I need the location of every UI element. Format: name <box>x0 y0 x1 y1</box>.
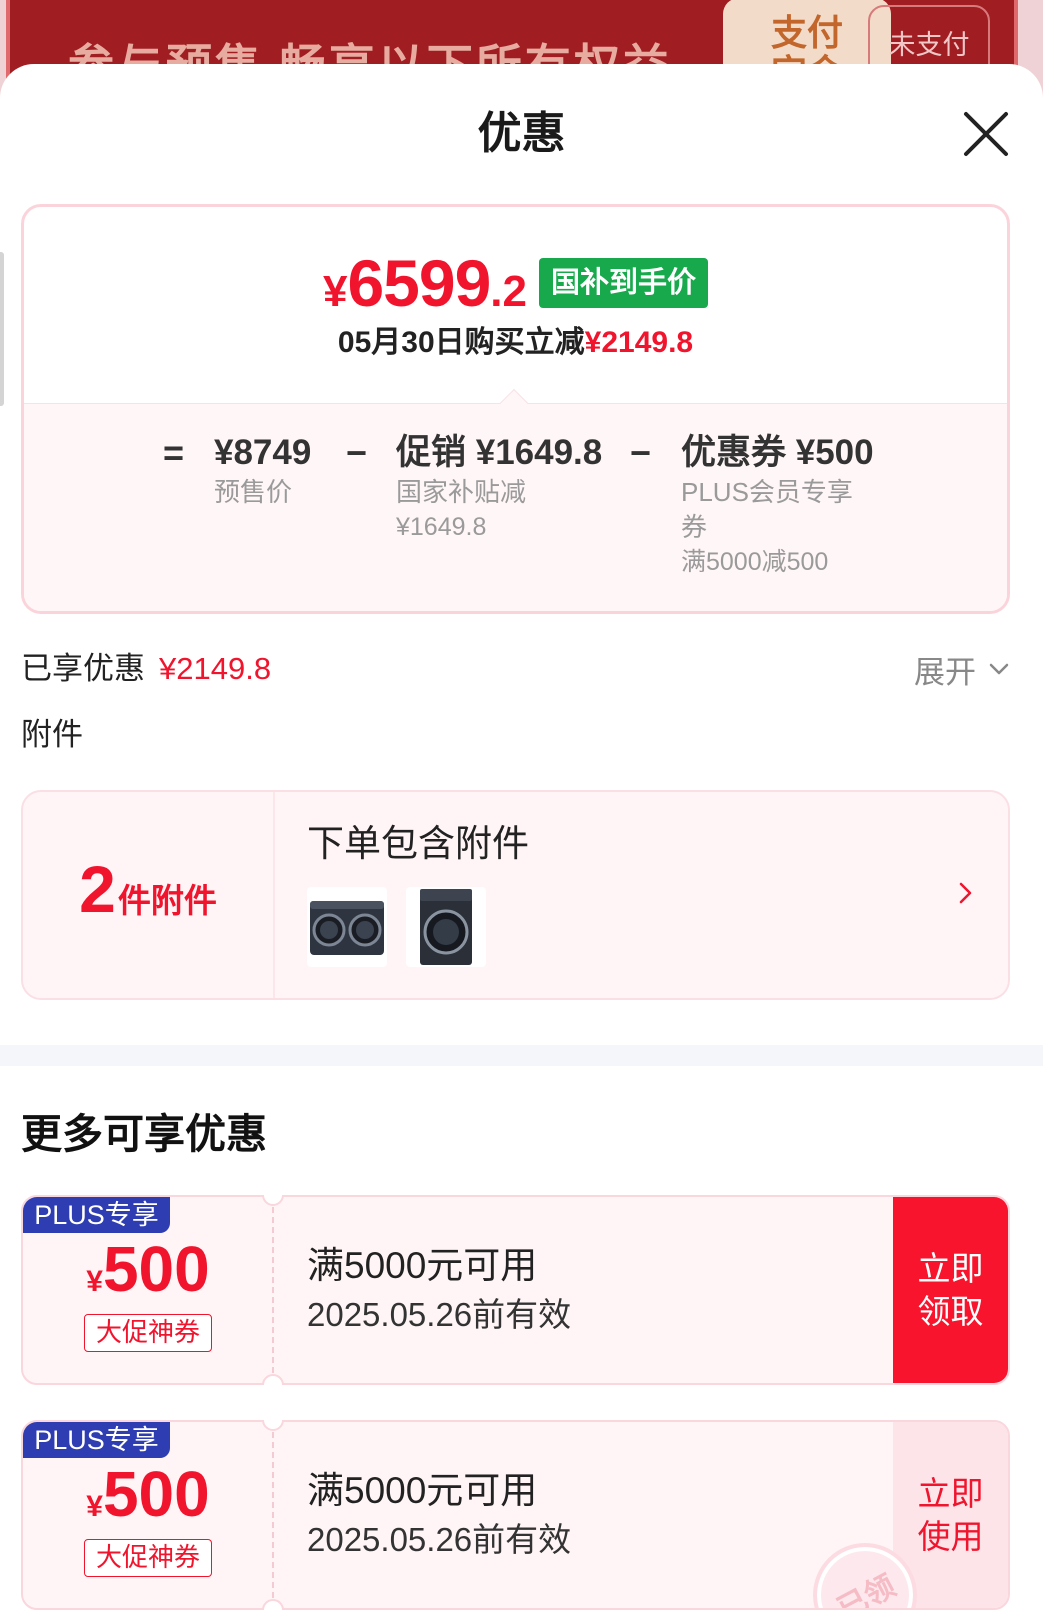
expand-button[interactable]: 展开 <box>914 649 1010 690</box>
coupon-notch <box>262 1420 284 1432</box>
price-decimal: .2 <box>490 267 527 316</box>
coupon-type-badge: 大促神券 <box>84 1314 212 1352</box>
claimed-stamp-text: 已领 <box>832 1569 901 1610</box>
attachment-thumbnail <box>307 887 387 967</box>
action-label-line: 领取 <box>917 1293 984 1330</box>
attachment-thumbnail <box>406 887 486 967</box>
breakdown-coupon: 优惠券 ¥500 PLUS会员专享券 满5000减500 <box>681 431 874 580</box>
attachments-heading: 下单包含附件 <box>307 823 529 864</box>
price-breakdown: = ¥8749 预售价 − 促销 ¥1649.8 国家补贴减 ¥1649.8 −… <box>24 388 1007 611</box>
coupon-currency: ¥ <box>86 1265 103 1298</box>
coupon-discount-value: 优惠券 ¥500 <box>681 433 874 472</box>
coupon-type-badge: 大促神券 <box>84 1539 212 1577</box>
side-edge-indicator <box>0 252 4 406</box>
breakdown-promotion: 促销 ¥1649.8 国家补贴减 ¥1649.8 <box>396 431 602 545</box>
breakdown-presale: ¥8749 预售价 <box>214 431 311 510</box>
summary-prefix: 05月30日购买立减 <box>337 326 585 359</box>
price-currency: ¥ <box>322 267 348 316</box>
coupon-body: PLUS专享 ¥ 500 大促神券 满5000元可用 2025.05.26前有效… <box>21 1420 1010 1610</box>
coupon-currency: ¥ <box>86 1490 103 1523</box>
sheet-title: 优惠 <box>477 109 566 158</box>
coupon-value: 500 <box>102 1233 210 1305</box>
final-price: ¥ 6599 .2 国补到手价 <box>24 247 1007 319</box>
discount-sheet: 优惠 ¥ 6599 .2 国补到手价 05月30日购买立减¥2149.8 = ¥… <box>0 64 1043 1613</box>
coupon-notch-dot <box>262 1195 284 1206</box>
coupon-notch-dot <box>262 1374 284 1385</box>
minus-sign: − <box>630 432 652 473</box>
presale-price-label: 预售价 <box>214 477 293 507</box>
savings-summary: 已享优惠 ¥2149.8 <box>21 649 271 689</box>
coupon-condition: 满5000元可用 <box>307 1245 538 1286</box>
summary-amount: ¥2149.8 <box>584 326 694 359</box>
attachment-count-number: 2 <box>79 852 116 926</box>
claim-coupon-button[interactable]: 立即 领取 <box>893 1197 1008 1383</box>
minus-sign: − <box>346 432 368 473</box>
coupon-card: PLUS专享 ¥ 500 大促神券 满5000元可用 2025.05.26前有效… <box>21 1195 1010 1385</box>
price-summary: 05月30日购买立减¥2149.8 <box>24 323 1007 363</box>
price-integer: 6599 <box>347 246 491 320</box>
coupon-notch <box>262 1598 284 1610</box>
promotion-label: 国家补贴减 <box>396 477 527 507</box>
coupon-amount: ¥ 500 <box>23 1458 273 1530</box>
attachment-divider <box>273 792 275 998</box>
plus-exclusive-tag: PLUS专享 <box>23 1197 170 1233</box>
coupon-notch <box>262 1195 284 1207</box>
more-offers-title: 更多可享优惠 <box>21 1111 267 1157</box>
coupon-amount: ¥ 500 <box>23 1233 273 1305</box>
coupon-discount-label: PLUS会员专享券 <box>681 477 853 542</box>
attachment-count-unit: 件附件 <box>117 882 217 919</box>
expand-label: 展开 <box>914 654 976 690</box>
chevron-down-icon <box>989 663 1009 675</box>
coupon-notch-dot <box>262 1599 284 1610</box>
savings-label: 已享优惠 <box>21 651 145 686</box>
attachment-count-line: 2 件附件 <box>79 854 217 936</box>
coupon-value: 500 <box>102 1458 210 1530</box>
attachments-section-title: 附件 <box>21 717 83 752</box>
promotion-detail: ¥1649.8 <box>396 513 487 541</box>
subsidy-price-badge: 国补到手价 <box>539 258 709 308</box>
promotion-value: 促销 ¥1649.8 <box>396 433 603 472</box>
coupon-discount-detail: 满5000减500 <box>681 548 829 576</box>
coupon-dashed-divider <box>272 1197 274 1383</box>
coupon-body: PLUS专享 ¥ 500 大促神券 满5000元可用 2025.05.26前有效… <box>21 1195 1010 1385</box>
plus-exclusive-tag: PLUS专享 <box>23 1422 170 1458</box>
attachments-card[interactable]: 2 件附件 下单包含附件 <box>21 790 1010 1000</box>
coupon-card: PLUS专享 ¥ 500 大促神券 满5000元可用 2025.05.26前有效… <box>21 1420 1010 1610</box>
coupon-condition: 满5000元可用 <box>307 1470 538 1511</box>
coupon-notch <box>262 1373 284 1385</box>
equals-sign: = <box>163 432 185 473</box>
action-label-line: 使用 <box>917 1518 984 1555</box>
coupon-validity: 2025.05.26前有效 <box>307 1296 572 1333</box>
twin-drum-washer-image <box>310 901 384 955</box>
coupon-notch-dot <box>262 1420 284 1431</box>
coupon-dashed-divider <box>272 1422 274 1608</box>
final-price-card: ¥ 6599 .2 国补到手价 05月30日购买立减¥2149.8 = ¥874… <box>21 204 1010 614</box>
attachment-count: 2 件附件 <box>23 792 273 998</box>
action-label-line: 立即 <box>917 1475 984 1512</box>
close-icon <box>964 112 1008 156</box>
presale-price-value: ¥8749 <box>214 433 312 472</box>
section-divider <box>0 1045 1043 1066</box>
front-load-washer-image <box>420 889 472 965</box>
chevron-right-icon <box>959 882 972 904</box>
savings-amount: ¥2149.8 <box>159 651 272 686</box>
breakdown-pointer <box>499 388 529 418</box>
deposit-status-label: 未支付 <box>888 30 970 60</box>
coupon-validity: 2025.05.26前有效 <box>307 1521 572 1558</box>
close-button[interactable] <box>962 110 1010 158</box>
action-label-line: 立即 <box>917 1250 984 1287</box>
